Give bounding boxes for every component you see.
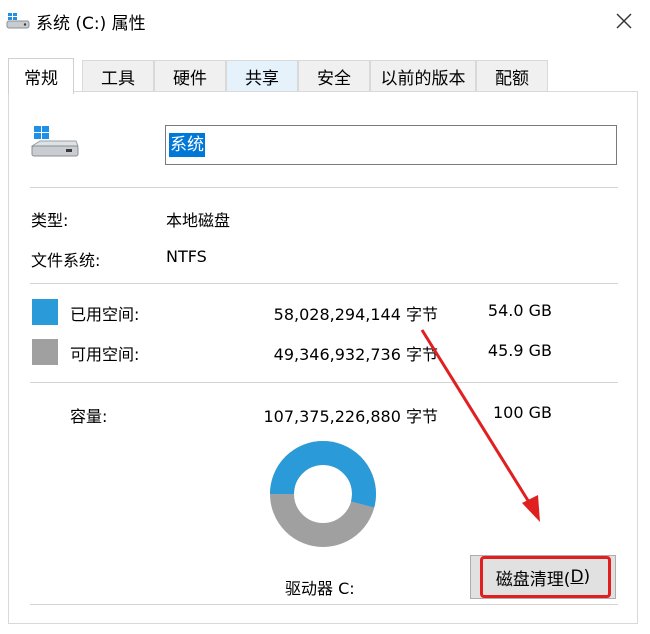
used-space-label: 已用空间: (70, 305, 140, 324)
close-icon (616, 13, 632, 29)
tab-sharing[interactable]: 共享 (226, 60, 298, 92)
drive-name-value: 系统 (169, 133, 205, 157)
tab-previous-versions[interactable]: 以前的版本 (370, 60, 476, 92)
drive-letter-label: 驱动器 C: (285, 579, 355, 598)
divider (30, 187, 618, 188)
free-space-bytes: 49,346,932,736 字节 (273, 345, 438, 364)
used-space-bytes: 58,028,294,144 字节 (273, 305, 438, 324)
disk-usage-donut (270, 441, 376, 547)
tab-strip: 常规 工具 硬件 共享 安全 以前的版本 配额 (8, 58, 638, 94)
drive-name-input[interactable]: 系统 (165, 125, 617, 165)
used-space-gb: 54.0 GB (487, 301, 552, 320)
capacity-label: 容量: (70, 407, 108, 426)
drive-icon (30, 126, 79, 157)
window-title: 系统 (C:) 属性 (36, 14, 146, 34)
capacity-bytes: 107,375,226,880 字节 (263, 407, 438, 426)
disk-cleanup-button[interactable]: 磁盘清理(D) (470, 555, 616, 599)
divider (30, 283, 618, 284)
free-space-swatch (32, 339, 58, 365)
used-space-swatch (32, 299, 58, 325)
tab-quota[interactable]: 配额 (476, 60, 548, 92)
capacity-gb: 100 GB (493, 403, 552, 422)
close-button[interactable] (604, 4, 644, 38)
filesystem-label: 文件系统: (31, 251, 101, 270)
divider (30, 382, 618, 383)
drive-icon (6, 13, 30, 29)
tab-security[interactable]: 安全 (298, 60, 370, 92)
tab-general[interactable]: 常规 (8, 58, 74, 94)
divider (30, 604, 618, 605)
free-space-label: 可用空间: (70, 345, 140, 364)
title-bar: 系统 (C:) 属性 (0, 0, 650, 44)
disk-cleanup-label-end: ) (583, 567, 591, 587)
type-label: 类型: (31, 211, 69, 230)
tab-hardware[interactable]: 硬件 (154, 60, 226, 92)
type-value: 本地磁盘 (166, 211, 231, 230)
disk-cleanup-accesskey: D (570, 567, 584, 587)
free-space-gb: 45.9 GB (487, 341, 552, 360)
filesystem-value: NTFS (166, 247, 207, 266)
tab-tools[interactable]: 工具 (82, 60, 154, 92)
disk-cleanup-label: 磁盘清理( (495, 569, 571, 590)
